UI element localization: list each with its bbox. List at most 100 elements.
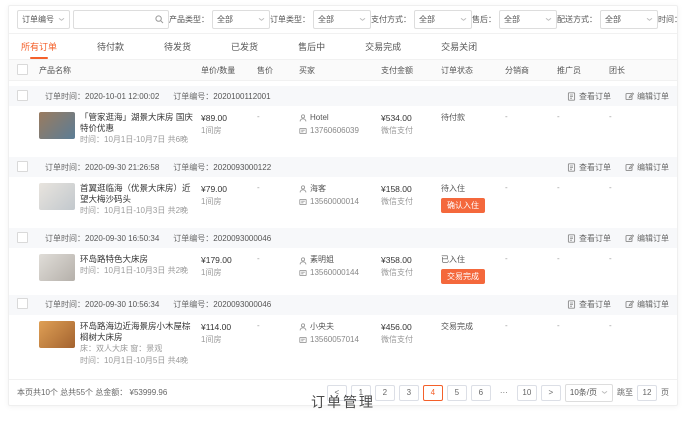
product-cell: 首翼逛临海（优景大床房）近望大梅沙码头 时间：10月1日-10月3日 共2晚 (39, 183, 201, 217)
status-cell: 待付款 (441, 112, 505, 125)
leader-cell: - (609, 321, 649, 330)
buyer-cell: 海客 13560000014 (299, 183, 381, 209)
search-type-select[interactable]: 订单编号 (17, 10, 70, 29)
order-group: 订单时间：2020-10-01 12:00:02 订单编号：2020100112… (9, 86, 677, 152)
tab-3[interactable]: 已发货 (231, 34, 258, 59)
search-icon[interactable] (155, 15, 164, 24)
order-status: 待付款 (441, 112, 501, 125)
amount-cell: ¥358.00 微信支付 (381, 254, 441, 279)
product-dates: 时间：10月1日-10月3日 共2晚 (80, 205, 197, 217)
tab-4[interactable]: 售后中 (298, 34, 325, 59)
chevron-down-icon (258, 18, 265, 22)
tab-6[interactable]: 交易关闭 (441, 34, 477, 59)
search-group: 订单编号 (17, 10, 169, 29)
search-type-value: 订单编号 (22, 14, 54, 25)
buyer-phone: 13560000014 (310, 196, 359, 209)
order-time: 订单时间：2020-09-30 16:50:34 (45, 233, 159, 244)
view-order-link[interactable]: 查看订单 (567, 233, 611, 244)
select-all-checkbox[interactable] (17, 64, 28, 75)
row-checkbox[interactable] (17, 232, 28, 243)
product-image (39, 321, 75, 348)
order-time: 订单时间：2020-10-01 12:00:02 (45, 91, 159, 102)
filter-select[interactable]: 全部 (212, 10, 270, 29)
column-header: 分销商 (505, 65, 557, 76)
tab-5[interactable]: 交易完成 (365, 34, 401, 59)
distributor-cell: - (505, 321, 557, 330)
filter-value: 全部 (504, 14, 520, 25)
buyer-icon (299, 114, 307, 122)
filter-group: 支付方式： 全部 (371, 10, 472, 29)
filter-select[interactable]: 全部 (499, 10, 557, 29)
sale-price-cell: - (257, 183, 299, 192)
quantity: 1间房 (201, 267, 253, 279)
leader-cell: - (609, 254, 649, 263)
order-time: 订单时间：2020-09-30 21:26:58 (45, 162, 159, 173)
view-order-link[interactable]: 查看订单 (567, 299, 611, 310)
promoter-cell: - (557, 254, 609, 263)
column-header: 产品名称 (39, 65, 201, 76)
view-order-icon (567, 92, 576, 101)
select-all-checkbox-cell (17, 64, 39, 77)
promoter-cell: - (557, 112, 609, 121)
row-checkbox[interactable] (17, 90, 28, 101)
filter-label: 配送方式： (557, 14, 597, 25)
filter-select[interactable]: 全部 (414, 10, 472, 29)
status-action-button[interactable]: 交易完成 (441, 269, 485, 284)
chevron-down-icon (359, 18, 366, 22)
sale-price-cell: - (257, 321, 299, 330)
order-row: 「管家逛海」湖景大床房 国庆特价优惠 时间：10月1日-10月7日 共6晚 ¥8… (9, 106, 677, 152)
view-order-link[interactable]: 查看订单 (567, 162, 611, 173)
chevron-down-icon (460, 18, 467, 22)
unit-price: ¥79.00 (201, 183, 253, 196)
search-input[interactable] (78, 14, 155, 25)
edit-order-link[interactable]: 编辑订单 (625, 299, 669, 310)
pay-amount: ¥358.00 (381, 254, 437, 267)
filter-select[interactable]: 全部 (313, 10, 371, 29)
product-cell: 环岛路特色大床房 时间：10月1日-10月3日 共2晚 (39, 254, 201, 281)
price-cell: ¥114.00 1间房 (201, 321, 257, 346)
product-dates: 时间：10月1日-10月7日 共6晚 (80, 134, 197, 146)
tab-2[interactable]: 待发货 (164, 34, 191, 59)
buyer-icon (299, 257, 307, 265)
edit-order-icon (625, 92, 634, 101)
filter-bar: 订单编号 产品类型： 全部 订单类型： 全部 支付方式： 全部 售后： 全部 配… (9, 6, 677, 34)
buyer-phone: 13760606039 (310, 125, 359, 138)
product-image (39, 254, 75, 281)
edit-order-link[interactable]: 编辑订单 (625, 91, 669, 102)
view-order-icon (567, 234, 576, 243)
order-time: 订单时间：2020-09-30 10:56:34 (45, 299, 159, 310)
order-status: 交易完成 (441, 321, 501, 334)
view-order-link[interactable]: 查看订单 (567, 91, 611, 102)
filter-group: 配送方式： 全部 (557, 10, 658, 29)
edit-order-link[interactable]: 编辑订单 (625, 233, 669, 244)
sale-price-cell: - (257, 112, 299, 121)
product-dates: 时间：10月1日-10月5日 共4晚 (80, 355, 197, 367)
time-filter-group: 时间： 2020-09-10 ~ 2020-09-25 × (658, 10, 677, 29)
order-row: 环岛路海边近海景房小木屋棕榈树大床房 床：双人大床 窗：景观 时间：10月1日-… (9, 315, 677, 373)
view-order-icon (567, 163, 576, 172)
status-action-button[interactable]: 确认入住 (441, 198, 485, 213)
filter-group: 产品类型： 全部 (169, 10, 270, 29)
order-group-header: 订单时间：2020-09-30 10:56:34 订单编号：2020093000… (9, 295, 677, 315)
chevron-down-icon (58, 18, 65, 22)
row-checkbox[interactable] (17, 161, 28, 172)
order-row: 首翼逛临海（优景大床房）近望大梅沙码头 时间：10月1日-10月3日 共2晚 ¥… (9, 177, 677, 223)
buyer-cell: Hotel 13760606039 (299, 112, 381, 138)
pay-amount: ¥534.00 (381, 112, 437, 125)
filter-group: 订单类型： 全部 (270, 10, 371, 29)
tab-0[interactable]: 所有订单 (21, 34, 57, 59)
edit-order-link[interactable]: 编辑订单 (625, 162, 669, 173)
page-title: 订单管理 (0, 392, 686, 412)
unit-price: ¥89.00 (201, 112, 253, 125)
row-checkbox[interactable] (17, 298, 28, 309)
order-status: 已入住 (441, 254, 501, 267)
quantity: 1间房 (201, 196, 253, 208)
search-box (73, 10, 169, 29)
order-group-header: 订单时间：2020-09-30 21:26:58 订单编号：2020093000… (9, 157, 677, 177)
quantity: 1间房 (201, 334, 253, 346)
phone-icon (299, 198, 307, 206)
tab-1[interactable]: 待付款 (97, 34, 124, 59)
promoter-cell: - (557, 321, 609, 330)
filter-select[interactable]: 全部 (600, 10, 658, 29)
order-status: 待入住 (441, 183, 501, 196)
